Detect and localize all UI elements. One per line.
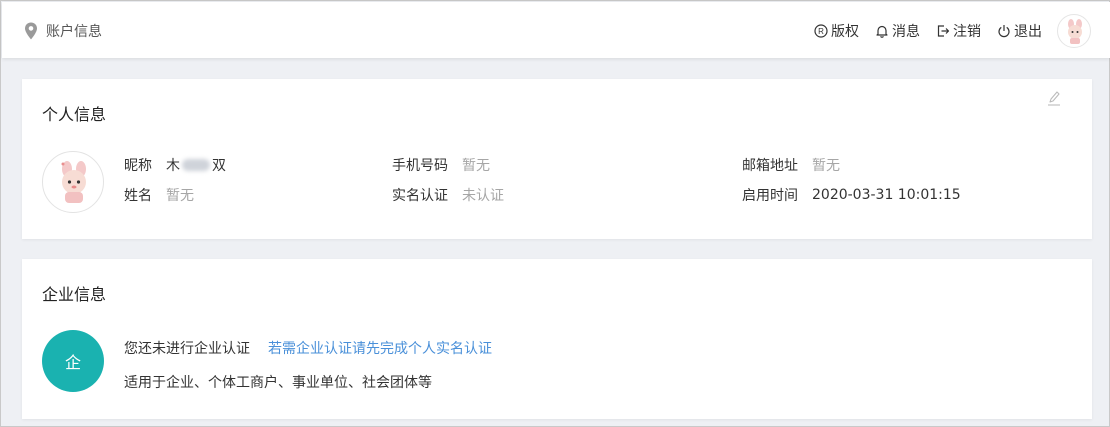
- personal-info-card: 个人信息 昵称 木 双 姓名 暂无 手机号码 暂无 实名认证 未认证 邮箱地址 …: [22, 79, 1092, 239]
- breadcrumb: 账户信息: [24, 21, 102, 41]
- logout-button[interactable]: 注销: [936, 21, 981, 41]
- phone-field: 手机号码 暂无: [392, 155, 490, 175]
- name-field: 姓名 暂无: [124, 185, 194, 205]
- enabled-time-value: 2020-03-31 10:01:15: [812, 187, 961, 203]
- company-status-text: 您还未进行企业认证: [124, 341, 250, 357]
- verify-identity-link[interactable]: 若需企业认证请先完成个人实名认证: [268, 338, 492, 358]
- exit-button[interactable]: 退出: [997, 21, 1042, 41]
- avatar-illustration: [61, 161, 86, 203]
- company-badge: 企: [42, 330, 104, 392]
- copyright-label: 版权: [831, 24, 859, 40]
- power-icon: [998, 25, 1010, 38]
- messages-button[interactable]: 消息: [875, 21, 920, 41]
- registered-icon: R: [814, 24, 828, 38]
- phone-label: 手机号码: [392, 158, 448, 174]
- edit-pencil-icon[interactable]: [1046, 89, 1062, 107]
- email-value: 暂无: [812, 158, 840, 174]
- avatar-illustration: [1068, 19, 1082, 44]
- email-label: 邮箱地址: [742, 158, 798, 174]
- logout-label: 注销: [953, 24, 981, 40]
- location-pin-icon: [25, 22, 37, 40]
- user-avatar[interactable]: [1057, 14, 1091, 48]
- nickname-field: 昵称 木 双: [124, 155, 226, 175]
- company-info-card: 企业信息 企 您还未进行企业认证 若需企业认证请先完成个人实名认证 适用于企业、…: [22, 259, 1092, 419]
- enabled-time-label: 启用时间: [742, 188, 798, 204]
- nickname-redacted: [182, 159, 210, 171]
- nickname-label: 昵称: [124, 158, 152, 174]
- copyright-button[interactable]: R 版权: [814, 21, 859, 41]
- messages-label: 消息: [892, 24, 920, 40]
- app-frame: 账户信息 R 版权 消息 注销 退出 个人信息 昵称 木 双 姓名 暂无 手机号…: [0, 0, 1110, 427]
- bell-icon: [876, 25, 888, 38]
- breadcrumb-label: 账户信息: [46, 24, 102, 40]
- name-value: 暂无: [166, 188, 194, 204]
- company-status-row: 您还未进行企业认证 若需企业认证请先完成个人实名认证: [124, 338, 492, 358]
- nickname-prefix: 木: [166, 158, 180, 174]
- phone-value: 暂无: [462, 158, 490, 174]
- svg-text:R: R: [818, 27, 824, 36]
- profile-avatar: [42, 151, 104, 213]
- company-info-title: 企业信息: [42, 285, 107, 304]
- enabled-time-field: 启用时间 2020-03-31 10:01:15: [742, 185, 961, 205]
- nickname-suffix: 双: [212, 158, 226, 174]
- realname-label: 实名认证: [392, 188, 448, 204]
- top-bar: 账户信息 R 版权 消息 注销 退出: [2, 2, 1110, 58]
- header-actions: R 版权 消息 注销 退出: [798, 20, 1042, 42]
- email-field: 邮箱地址 暂无: [742, 155, 840, 175]
- company-description: 适用于企业、个体工商户、事业单位、社会团体等: [124, 375, 432, 391]
- exit-label: 退出: [1014, 24, 1042, 40]
- realname-field: 实名认证 未认证: [392, 185, 504, 205]
- name-label: 姓名: [124, 188, 152, 204]
- personal-info-title: 个人信息: [42, 105, 107, 124]
- logout-icon: [937, 25, 950, 37]
- realname-value: 未认证: [462, 188, 504, 204]
